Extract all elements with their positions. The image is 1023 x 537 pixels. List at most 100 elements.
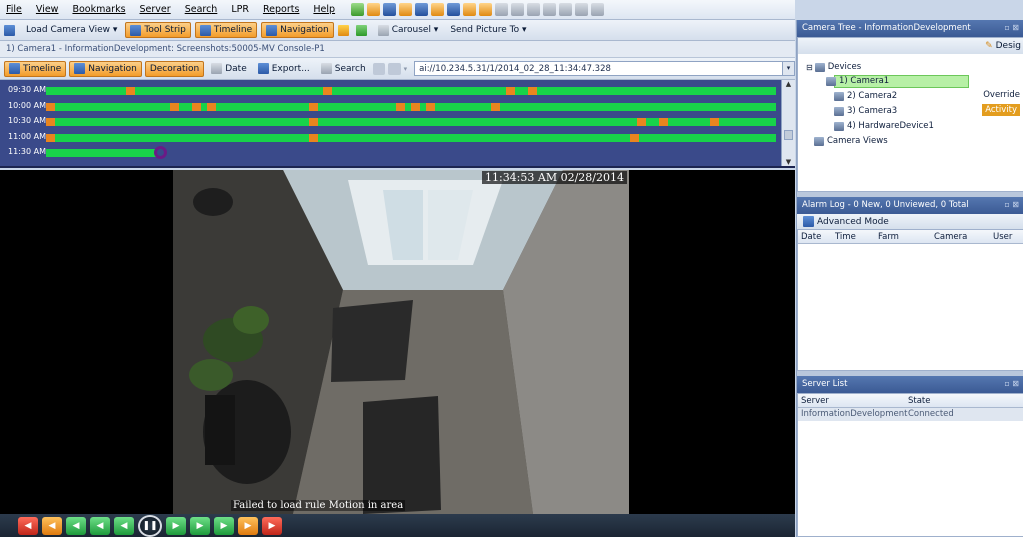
menu-file[interactable]: File — [6, 4, 22, 15]
play-button[interactable]: ▶ — [166, 516, 186, 535]
column-farm[interactable]: Farm — [878, 232, 899, 242]
event-marker[interactable] — [426, 102, 435, 111]
layout-icon[interactable] — [479, 3, 493, 16]
menu-server[interactable]: Server — [140, 4, 171, 15]
carousel-button[interactable]: Carousel ▾ — [374, 22, 443, 38]
event-marker[interactable] — [396, 102, 405, 111]
menu-search[interactable]: Search — [185, 4, 218, 15]
history-dropdown-icon[interactable]: ▾ — [404, 65, 408, 73]
event-marker[interactable] — [309, 118, 318, 126]
lock-icon[interactable] — [337, 24, 349, 36]
layout-icon[interactable] — [463, 3, 477, 16]
export-button[interactable]: Export... — [254, 61, 314, 77]
pin-icon[interactable]: ▫ ⊠ — [1004, 200, 1019, 209]
timeline-row[interactable]: 10:30 AM — [0, 114, 780, 129]
layout-icon[interactable] — [527, 3, 541, 16]
column-date[interactable]: Date — [801, 232, 821, 242]
advanced-mode-button[interactable]: Advanced Mode — [797, 214, 1023, 229]
recording-bar[interactable] — [46, 133, 776, 142]
timeline-panel[interactable]: 09:30 AM 10:00 AM 10:30 AM 11:00 AM 11:30 AM… — [0, 80, 795, 168]
video-panel[interactable]: 11:34:53 AM 02/28/2014 Failed to load ru… — [0, 170, 795, 514]
layout-icon[interactable] — [351, 3, 365, 16]
menu-bookmarks[interactable]: Bookmarks — [72, 4, 125, 15]
layout-icon[interactable] — [543, 3, 557, 16]
tool-strip-button[interactable]: Tool Strip — [125, 22, 191, 38]
layout-icon[interactable] — [431, 3, 445, 16]
scroll-thumb[interactable] — [784, 130, 793, 140]
tree-camera2[interactable]: 2) Camera2 — [834, 91, 897, 101]
event-marker[interactable] — [46, 102, 55, 111]
event-marker[interactable] — [630, 133, 639, 142]
layout-icon[interactable] — [575, 3, 589, 16]
address-dropdown-icon[interactable]: ▾ — [781, 62, 794, 75]
camera-timeline-button[interactable]: Timeline — [4, 60, 67, 77]
step-back-button[interactable]: ◀ — [90, 516, 110, 535]
forward-arrow-icon[interactable] — [388, 62, 401, 75]
tree-devices[interactable]: ⊟ Devices — [806, 62, 861, 72]
event-marker[interactable] — [207, 102, 216, 111]
rewind-button[interactable]: ◀ — [114, 516, 134, 535]
decoration-button[interactable]: Decoration — [144, 60, 205, 77]
tree-camera1[interactable]: 1) Camera1 — [826, 76, 889, 86]
column-user[interactable]: User — [993, 232, 1012, 242]
column-time[interactable]: Time — [835, 232, 856, 242]
layout-icon[interactable] — [447, 3, 461, 16]
prev-event-button[interactable]: ◀ — [42, 516, 62, 535]
event-marker[interactable] — [491, 102, 500, 111]
step-forward-fast-button[interactable]: ▶ — [214, 516, 234, 535]
timeline-row[interactable]: 11:00 AM — [0, 130, 780, 145]
event-marker[interactable] — [46, 133, 55, 142]
column-state[interactable]: State — [908, 396, 931, 406]
timeline-scrollbar[interactable]: ▲ ▼ — [781, 80, 795, 166]
column-camera[interactable]: Camera — [934, 232, 967, 242]
event-marker[interactable] — [126, 87, 135, 95]
tree-camera3[interactable]: 3) Camera3 — [834, 106, 897, 116]
date-button[interactable]: Date — [207, 61, 251, 77]
timeline-row[interactable]: 10:00 AM — [0, 99, 780, 114]
layout-icon[interactable] — [511, 3, 525, 16]
event-marker[interactable] — [710, 118, 719, 126]
column-server[interactable]: Server — [801, 396, 829, 406]
search-button[interactable]: Search — [317, 61, 370, 77]
skip-start-button[interactable]: ◀ — [18, 516, 38, 535]
timeline-toggle-button[interactable]: Timeline — [194, 22, 258, 38]
event-marker[interactable] — [411, 102, 420, 111]
next-event-button[interactable]: ▶ — [238, 516, 258, 535]
event-marker[interactable] — [309, 133, 318, 142]
send-picture-button[interactable]: Send Picture To ▾ — [446, 22, 530, 38]
tree-camera-views[interactable]: Camera Views — [814, 136, 888, 146]
layout-icon[interactable] — [495, 3, 509, 16]
timeline-row[interactable]: 09:30 AM — [0, 83, 780, 98]
camera-video-frame[interactable]: 11:34:53 AM 02/28/2014 Failed to load ru… — [173, 170, 629, 514]
step-back-fast-button[interactable]: ◀ — [66, 516, 86, 535]
menu-view[interactable]: View — [36, 4, 59, 15]
layout-icon[interactable] — [383, 3, 397, 16]
layout-icon[interactable] — [415, 3, 429, 16]
scroll-down-icon[interactable]: ▼ — [782, 158, 795, 166]
layout-icon[interactable] — [399, 3, 413, 16]
server-row[interactable]: InformationDevelopment Connected — [798, 408, 1023, 421]
scroll-up-icon[interactable]: ▲ — [782, 80, 795, 88]
navigation-toggle-button[interactable]: Navigation — [261, 22, 334, 38]
event-marker[interactable] — [637, 118, 646, 126]
pause-button[interactable]: ❚❚ — [138, 514, 162, 537]
menu-reports[interactable]: Reports — [263, 4, 299, 15]
layout-icon[interactable] — [591, 3, 605, 16]
tree-hardware-device[interactable]: 4) HardwareDevice1 — [834, 121, 934, 131]
load-camera-view-button[interactable]: Load Camera View ▾ — [22, 22, 121, 38]
menu-help[interactable]: Help — [313, 4, 335, 15]
layout-icon[interactable] — [559, 3, 573, 16]
event-marker[interactable] — [323, 87, 332, 95]
camera-navigation-button[interactable]: Navigation — [69, 60, 142, 77]
step-forward-button[interactable]: ▶ — [190, 516, 210, 535]
event-marker[interactable] — [506, 87, 515, 95]
timeline-row[interactable]: 11:30 AM — [0, 145, 780, 160]
pin-icon[interactable]: ▫ ⊠ — [1004, 379, 1019, 388]
event-marker[interactable] — [528, 87, 537, 95]
event-marker[interactable] — [170, 102, 179, 111]
design-button[interactable]: ✎ Desig — [985, 38, 1023, 54]
recording-bar[interactable] — [46, 149, 156, 157]
collapse-icon[interactable]: ⊟ — [806, 63, 813, 72]
recording-bar[interactable] — [46, 87, 776, 95]
event-marker[interactable] — [192, 102, 201, 111]
